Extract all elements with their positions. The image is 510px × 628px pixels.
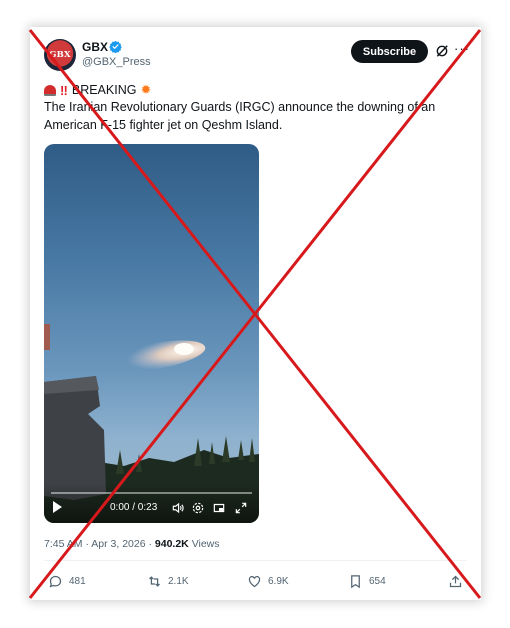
bookmark-button[interactable]: 654 [348,574,386,589]
video-player[interactable]: 0:00 / 0:23 [44,144,259,523]
bookmark-count: 654 [369,576,386,587]
exclamation-icon: ‼ [60,82,68,98]
bookmark-icon [351,575,360,589]
divider [44,560,467,561]
more-icon[interactable]: ··· [454,41,470,56]
pip-icon[interactable] [212,501,226,515]
video-time: 0:00 / 0:23 [110,502,158,513]
fullscreen-icon[interactable] [234,501,248,515]
reply-button[interactable]: 481 [48,574,86,589]
tweet-meta: 7:45 AM · Apr 3, 2026 · 940.2K Views [44,538,220,550]
reply-count: 481 [69,576,86,587]
like-button[interactable]: 6.9K [247,574,289,589]
author-name[interactable]: GBX [82,40,108,54]
share-icon [449,575,462,588]
repost-count: 2.1K [168,576,189,587]
subscribe-button[interactable]: Subscribe [351,40,428,63]
like-count: 6.9K [268,576,289,587]
video-controls: 0:00 / 0:23 [44,483,259,523]
play-icon[interactable] [53,501,62,513]
verified-badge-icon [109,40,122,53]
repost-icon [149,576,160,587]
views-label: Views [191,538,220,550]
author-handle[interactable]: @GBX_Press [82,56,151,68]
tweet-text: The Iranian Revolutionary Guards (IRGC) … [44,100,436,132]
siren-icon [44,84,56,96]
timestamp[interactable]: 7:45 AM · Apr 3, 2026 · [44,538,152,550]
collision-icon: ✹ [140,82,152,97]
avatar[interactable]: GBX [44,39,76,71]
volume-icon[interactable] [171,501,185,515]
action-bar: 481 2.1K 6.9K 654 [44,574,464,592]
video-frame [44,324,259,523]
reply-icon [49,575,62,588]
video-progress-bar[interactable] [51,492,252,494]
grok-icon[interactable] [435,44,449,58]
settings-icon[interactable] [191,501,205,515]
views-count: 940.2K [154,538,189,550]
tweet-card: GBX GBX @GBX_Press Subscribe ··· ‼ BREAK… [30,27,481,600]
like-icon [248,576,261,588]
repost-button[interactable]: 2.1K [147,574,189,589]
share-button[interactable] [448,574,463,589]
breaking-label: BREAKING [71,83,137,97]
avatar-logo-text: GBX [49,50,71,60]
breaking-line: ‼ BREAKING ✹ [44,82,151,98]
